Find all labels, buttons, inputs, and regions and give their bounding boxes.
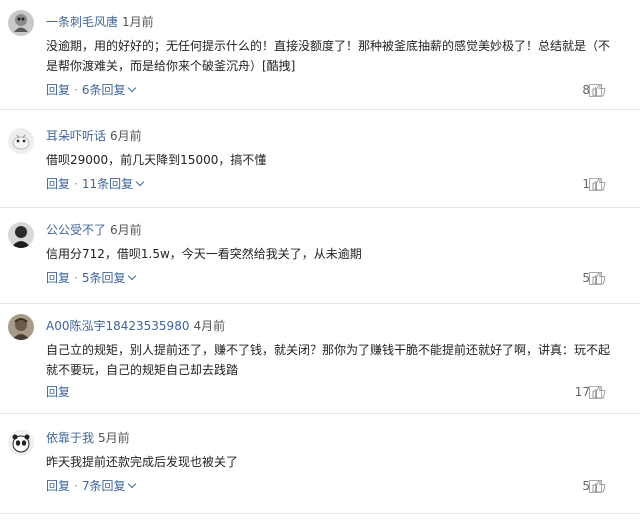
report-icon[interactable] (589, 480, 602, 493)
comment-meta: 公公受不了 6月前 (46, 222, 142, 238)
replies-count-label: 7条回复 (81, 479, 126, 493)
timestamp: 1月前 (122, 15, 154, 29)
separator: · (74, 177, 78, 191)
reply-button[interactable]: 回复 (46, 385, 70, 399)
username[interactable]: 依靠于我 (46, 431, 94, 445)
reply-button[interactable]: 回复 (46, 83, 70, 97)
reply-button[interactable]: 回复 (46, 271, 70, 285)
view-replies-button[interactable]: 5条回复 (81, 271, 137, 285)
comment-item: A00陈泓宇18423535980 4月前 自己立的规矩，别人提前还了，赚不了钱，… (0, 304, 640, 414)
replies-count-label: 11条回复 (81, 177, 134, 191)
comment-text: 自己立的规矩，别人提前还了，赚不了钱，就关闭？那你为了赚钱干脆不能提前还就好了啊… (46, 343, 611, 377)
reply-button[interactable]: 回复 (46, 177, 70, 191)
comment-item: 依靠于我 5月前 昨天我提前还款完成后发现也被关了 回复 · 7条回复 5 (0, 414, 640, 514)
chevron-down-icon (128, 479, 137, 489)
comment-actions: 回复 · 6条回复 (46, 82, 137, 98)
timestamp: 4月前 (193, 319, 226, 333)
username[interactable]: 公公受不了 (46, 223, 106, 237)
view-replies-button[interactable]: 11条回复 (81, 177, 145, 191)
username[interactable]: 耳朵吓听话 (46, 129, 106, 143)
view-replies-button[interactable]: 6条回复 (81, 83, 137, 97)
comment-actions: 回复 · 5条回复 (46, 270, 137, 286)
comment-actions: 回复 · 11条回复 (46, 176, 145, 192)
comment-meta: 依靠于我 5月前 (46, 430, 130, 446)
comment-meta: 耳朵吓听话 6月前 (46, 128, 142, 144)
report-icon[interactable] (589, 272, 602, 285)
comment-text: 借呗29000，前几天降到15000，搞不懂 (46, 153, 267, 167)
comment-actions: 回复 (46, 384, 70, 400)
report-icon[interactable] (589, 84, 602, 97)
chevron-down-icon (128, 271, 137, 281)
report-icon[interactable] (589, 386, 602, 399)
comment-text: 没逾期，用的好好的；无任何提示什么的！直接没额度了！那种被釜底抽薪的感觉美妙极了… (46, 39, 611, 73)
comment-meta: A00陈泓宇18423535980 4月前 (46, 318, 225, 334)
timestamp: 6月前 (110, 129, 142, 143)
comment-actions: 回复 · 7条回复 (46, 478, 137, 494)
comment-item: 耳朵吓听话 6月前 借呗29000，前几天降到15000，搞不懂 回复 · 11条回复… (0, 110, 640, 208)
chevron-down-icon (128, 83, 137, 93)
avatar[interactable] (8, 314, 34, 340)
chevron-down-icon (135, 177, 145, 187)
view-replies-button[interactable]: 7条回复 (81, 479, 137, 493)
comment-text: 昨天我提前还款完成后发现也被关了 (46, 455, 239, 469)
replies-count-label: 5条回复 (81, 271, 126, 285)
comment-item: 公公受不了 6月前 信用分712，借呗1.5w，今天一看突然给我关了，从未逾期 回… (0, 208, 640, 304)
separator: · (74, 271, 78, 285)
avatar[interactable] (8, 222, 34, 248)
like-count: 17 (574, 385, 590, 399)
separator: · (74, 83, 78, 97)
timestamp: 5月前 (98, 431, 130, 445)
report-icon[interactable] (589, 178, 602, 191)
avatar[interactable] (8, 430, 34, 456)
replies-count-label: 6条回复 (81, 83, 126, 97)
username[interactable]: A00陈泓宇18423535980 (46, 319, 189, 333)
username[interactable]: 一条刺毛风唐 (46, 15, 118, 29)
comment-text: 信用分712，借呗1.5w，今天一看突然给我关了，从未逾期 (46, 247, 362, 261)
reply-button[interactable]: 回复 (46, 479, 70, 493)
avatar[interactable] (8, 128, 34, 154)
timestamp: 6月前 (110, 223, 142, 237)
separator: · (74, 479, 78, 493)
comment-meta: 一条刺毛风唐 1月前 (46, 14, 154, 30)
avatar[interactable] (8, 10, 34, 36)
comment-item: 一条刺毛风唐 1月前 没逾期，用的好好的；无任何提示什么的！直接没额度了！那种被釜… (0, 0, 640, 110)
